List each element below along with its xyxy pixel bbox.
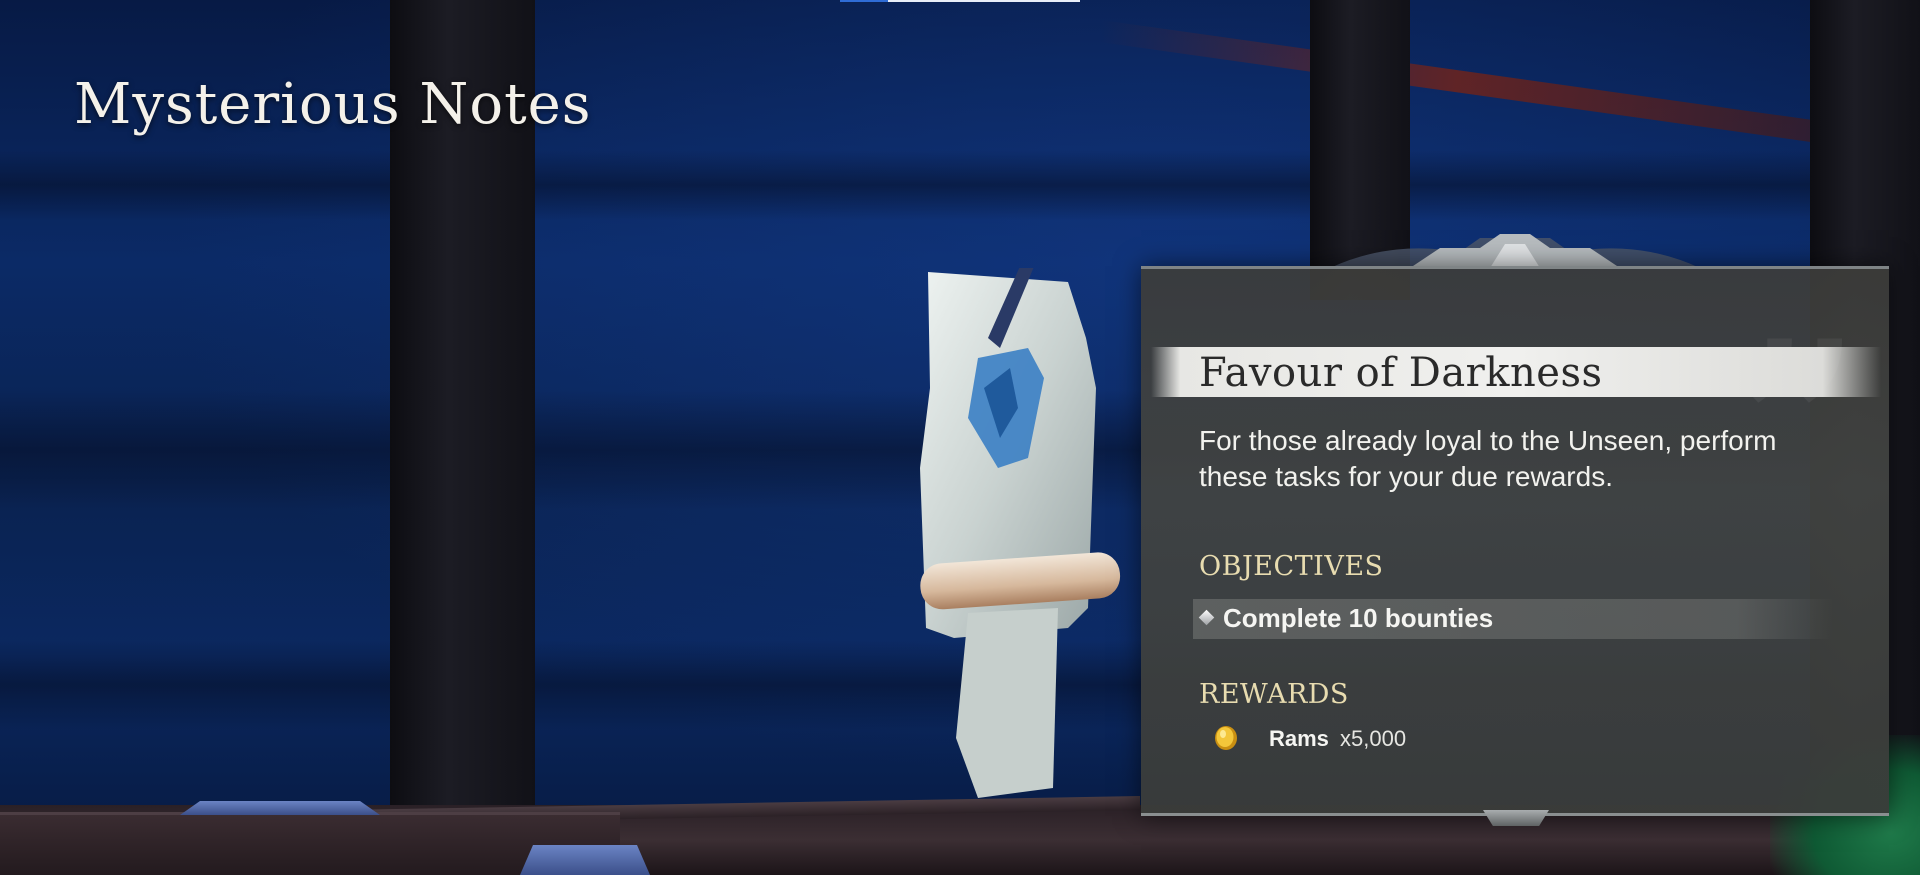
top-progress-indicator <box>840 0 1080 2</box>
quest-panel: ” Favour of Darkness For those already l… <box>1141 266 1889 816</box>
rewards-heading: REWARDS <box>1199 679 1349 710</box>
pinned-scroll-illustration <box>920 268 1121 798</box>
objective-item: Complete 10 bounties <box>1193 599 1833 639</box>
gold-coin-icon <box>1215 726 1237 750</box>
panel-crest-ornament <box>1330 234 1700 268</box>
reward-name: Rams <box>1269 726 1329 751</box>
panel-foot-ornament <box>1483 810 1549 826</box>
diamond-bullet-icon <box>1198 609 1215 626</box>
reward-item: Rams x5,000 <box>1213 723 1613 757</box>
metal-clip <box>520 845 650 875</box>
quest-title: Favour of Darkness <box>1199 350 1603 396</box>
objectives-heading: OBJECTIVES <box>1199 551 1384 582</box>
objective-text: Complete 10 bounties <box>1223 603 1494 633</box>
game-scene: Mysterious Notes ” Favour of Darkness Fo… <box>0 0 1920 875</box>
red-rail <box>1098 20 1815 143</box>
page-title: Mysterious Notes <box>74 72 592 137</box>
reward-quantity: x5,000 <box>1340 726 1407 751</box>
background-band <box>0 150 1920 220</box>
metal-clip <box>180 801 380 815</box>
quest-description: For those already loyal to the Unseen, p… <box>1199 425 1777 492</box>
